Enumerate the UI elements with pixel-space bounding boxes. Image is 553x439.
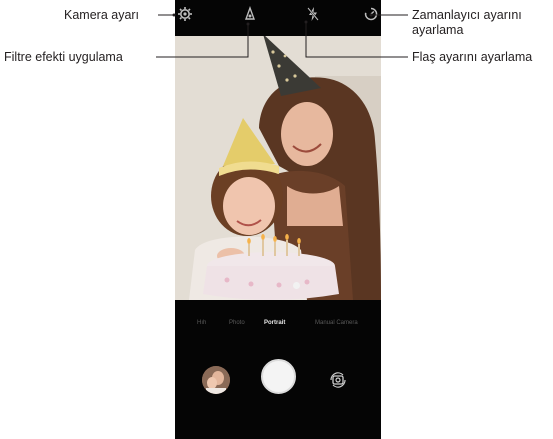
filter-icon[interactable] [242, 6, 258, 22]
timer-icon[interactable] [363, 6, 379, 22]
camera-mode-selector: Hıh Photo Portrait Manual Camera [175, 320, 381, 332]
callout-filter-effect: Filtre efekti uygulama [4, 50, 123, 64]
viewfinder-photo [175, 36, 381, 300]
camera-top-bar [175, 0, 381, 34]
camera-screen: Hıh Photo Portrait Manual Camera [175, 0, 381, 439]
gear-icon[interactable] [177, 6, 193, 22]
callout-timer-line2: ayarlama [412, 23, 464, 37]
mode-item[interactable]: Manual Camera [315, 320, 358, 326]
viewfinder[interactable] [175, 36, 381, 300]
mode-item-active[interactable]: Portrait [264, 320, 285, 326]
focus-indicator [293, 282, 300, 289]
flash-off-icon[interactable] [305, 6, 321, 22]
callout-flash: Flaş ayarını ayarlama [412, 50, 533, 64]
mode-item[interactable]: Photo [229, 320, 245, 326]
mode-item[interactable]: Hıh [197, 320, 206, 326]
gallery-thumbnail[interactable] [202, 366, 230, 394]
callout-camera-settings: Kamera ayarı [64, 8, 140, 22]
switch-camera-icon[interactable] [328, 370, 348, 390]
shutter-button[interactable] [261, 359, 296, 394]
callout-timer-line1: Zamanlayıcı ayarını [412, 8, 522, 22]
